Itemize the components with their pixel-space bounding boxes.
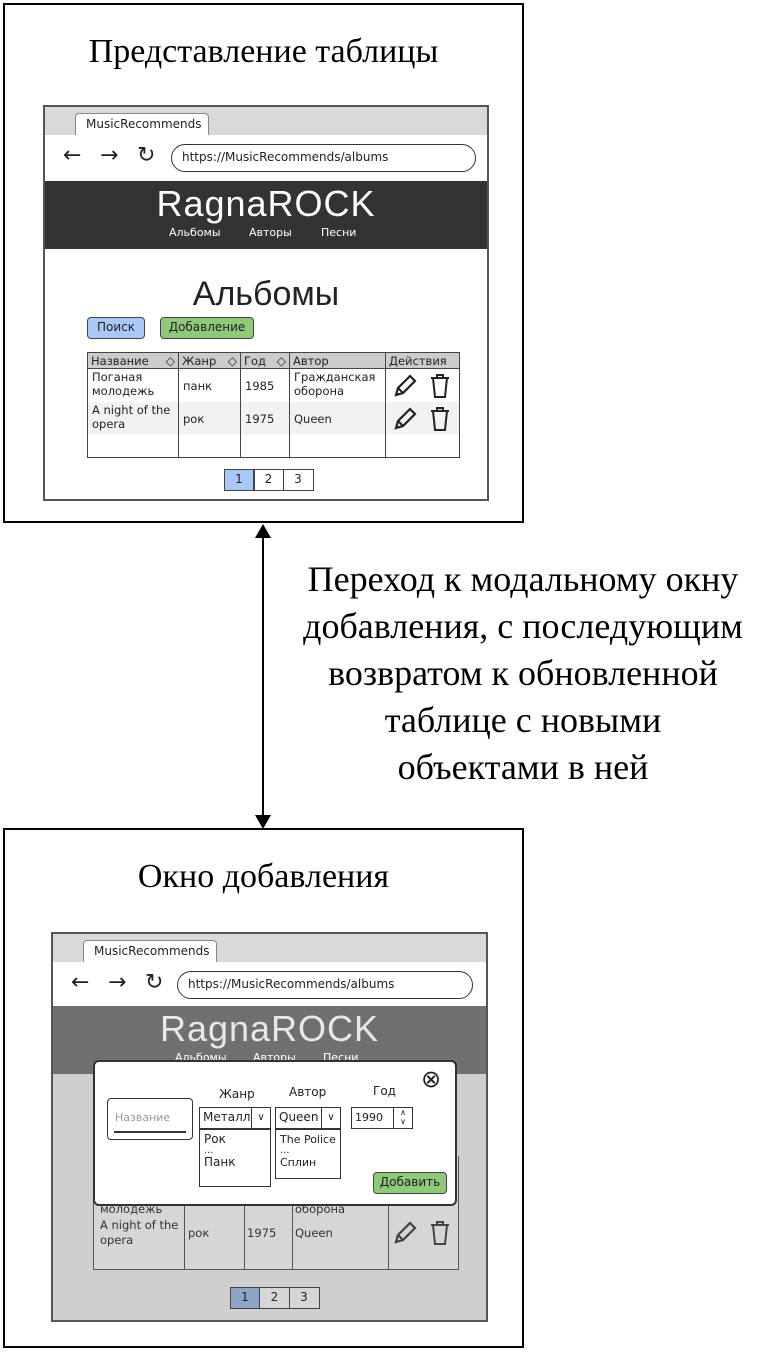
cell-author: Queen xyxy=(295,1226,333,1240)
trash-icon[interactable] xyxy=(428,406,452,432)
page-heading: Альбомы xyxy=(192,275,340,313)
list-item[interactable]: Сплин xyxy=(280,1155,336,1170)
year-label: Год xyxy=(373,1084,396,1098)
cell-genre: рок xyxy=(188,1226,210,1240)
input-underline xyxy=(114,1131,186,1133)
cell-name: A night of the opera xyxy=(100,1218,179,1247)
year-stepper[interactable]: 1990 ∧ ∨ xyxy=(351,1107,413,1129)
back-icon[interactable]: ← xyxy=(63,142,81,170)
add-modal: Название Жанр Автор Год Металл ∨ Рок ...… xyxy=(93,1060,457,1206)
pagination: 1 2 3 xyxy=(229,1287,320,1309)
cell-year: 1975 xyxy=(247,1226,277,1240)
pagination: 1 2 3 xyxy=(223,469,314,491)
cell-year: 1975 xyxy=(240,402,290,435)
cell-genre: панк xyxy=(178,368,241,402)
reload-icon[interactable]: ↻ xyxy=(145,969,163,997)
frame-title: Представление таблицы xyxy=(88,33,439,70)
trash-icon[interactable] xyxy=(428,1220,452,1246)
edit-icon[interactable] xyxy=(392,406,418,432)
arrow-head-up xyxy=(255,524,271,538)
nav-albums[interactable]: Альбомы xyxy=(169,226,221,239)
edit-icon[interactable] xyxy=(392,373,418,399)
col-header-year[interactable]: Год ◇ xyxy=(240,352,290,369)
cell-actions xyxy=(385,402,460,435)
chevron-down-icon[interactable]: ∨ xyxy=(251,1108,270,1128)
close-icon[interactable]: ⊗ xyxy=(421,1066,441,1092)
nav-authors[interactable]: Авторы xyxy=(249,226,292,239)
page-1-button[interactable]: 1 xyxy=(223,469,255,491)
trash-icon[interactable] xyxy=(428,373,452,399)
sort-icon[interactable]: ◇ xyxy=(228,354,237,368)
sort-icon[interactable]: ◇ xyxy=(166,354,175,368)
year-value: 1990 xyxy=(355,1111,383,1124)
browser-toolbar: ← → ↻ https://MusicRecommends/albums xyxy=(45,135,487,179)
author-options-list: The Police ... Сплин xyxy=(275,1129,341,1179)
genre-label: Жанр xyxy=(219,1087,255,1101)
page-2-button[interactable]: 2 xyxy=(253,469,284,491)
cell-author: Гражданская оборона xyxy=(289,368,386,402)
reload-icon[interactable]: ↻ xyxy=(137,142,155,170)
transition-arrow xyxy=(262,535,264,817)
cell-name: Поганая молодежь xyxy=(87,368,179,402)
submit-add-button[interactable]: Добавить xyxy=(373,1172,447,1194)
list-item[interactable]: Панк xyxy=(204,1155,266,1170)
add-button[interactable]: Добавление xyxy=(160,317,254,339)
browser-toolbar: ← → ↻ https://MusicRecommends/albums xyxy=(53,962,486,1006)
name-placeholder: Название xyxy=(115,1111,171,1124)
genre-select[interactable]: Металл ∨ xyxy=(199,1107,271,1129)
cell-actions xyxy=(385,368,460,402)
col-header-author: Автор xyxy=(289,352,386,369)
transition-caption: Переход к модальному окну добавления, с … xyxy=(303,559,743,787)
col-header-actions: Действия xyxy=(385,352,460,369)
page-3-button[interactable]: 3 xyxy=(282,469,314,491)
chevron-down-icon[interactable]: ∨ xyxy=(321,1108,340,1128)
browser-tab[interactable]: MusicRecommends xyxy=(75,113,209,135)
tab-strip: MusicRecommends xyxy=(53,934,486,962)
author-selected-value: Queen xyxy=(279,1110,319,1124)
sort-icon[interactable]: ◇ xyxy=(277,354,286,368)
col-header-name[interactable]: Название ◇ xyxy=(87,352,179,369)
forward-icon[interactable]: → xyxy=(108,969,126,997)
genre-options-list: Рок ... Панк xyxy=(199,1129,271,1187)
page-2-button[interactable]: 2 xyxy=(259,1287,290,1309)
site-logo: RagnaROCK xyxy=(159,1008,380,1049)
cell-author: Queen xyxy=(289,402,386,435)
cell-name: A night of the opera xyxy=(87,402,179,435)
browser-tab[interactable]: MusicRecommends xyxy=(83,940,217,962)
name-input[interactable]: Название xyxy=(107,1098,193,1140)
table-row: A night of the opera рок 1975 Queen xyxy=(87,402,460,435)
stepper-arrows[interactable]: ∧ ∨ xyxy=(393,1108,412,1128)
table-view-frame: Представление таблицы MusicRecommends ← … xyxy=(3,3,524,523)
tab-strip: MusicRecommends xyxy=(45,107,487,135)
table-row: Поганая молодежь панк 1985 Гражданская о… xyxy=(87,368,460,402)
browser-window: MusicRecommends ← → ↻ https://MusicRecom… xyxy=(43,105,489,501)
genre-selected-value: Металл xyxy=(203,1110,251,1124)
table-row xyxy=(87,435,460,458)
author-label: Автор xyxy=(289,1085,327,1099)
arrow-head-down xyxy=(255,815,271,829)
add-window-frame: Окно добавления MusicRecommends ← → ↻ ht… xyxy=(3,828,524,1348)
edit-icon[interactable] xyxy=(392,1220,418,1246)
frame-title: Окно добавления xyxy=(137,858,390,895)
page-1-button[interactable]: 1 xyxy=(229,1287,261,1309)
forward-icon[interactable]: → xyxy=(100,142,118,170)
nav-songs[interactable]: Песни xyxy=(321,226,356,239)
url-bar[interactable]: https://MusicRecommends/albums xyxy=(171,144,476,172)
back-icon[interactable]: ← xyxy=(71,969,89,997)
site-header: RagnaROCK Альбомы Авторы Песни xyxy=(45,181,487,249)
author-select[interactable]: Queen ∨ xyxy=(275,1107,341,1129)
col-header-genre[interactable]: Жанр ◇ xyxy=(178,352,241,369)
site-logo: RagnaROCK xyxy=(156,183,376,224)
search-button[interactable]: Поиск xyxy=(87,317,145,339)
url-bar[interactable]: https://MusicRecommends/albums xyxy=(177,971,473,999)
cell-genre: рок xyxy=(178,402,241,435)
cell-year: 1985 xyxy=(240,368,290,402)
list-item: ... xyxy=(280,1145,290,1156)
list-item: ... xyxy=(204,1145,214,1156)
albums-table: Название ◇ Жанр ◇ Год ◇ Автор Действия Пога… xyxy=(87,352,460,458)
browser-window: MusicRecommends ← → ↻ https://MusicRecom… xyxy=(51,932,488,1322)
page-3-button[interactable]: 3 xyxy=(288,1287,320,1309)
